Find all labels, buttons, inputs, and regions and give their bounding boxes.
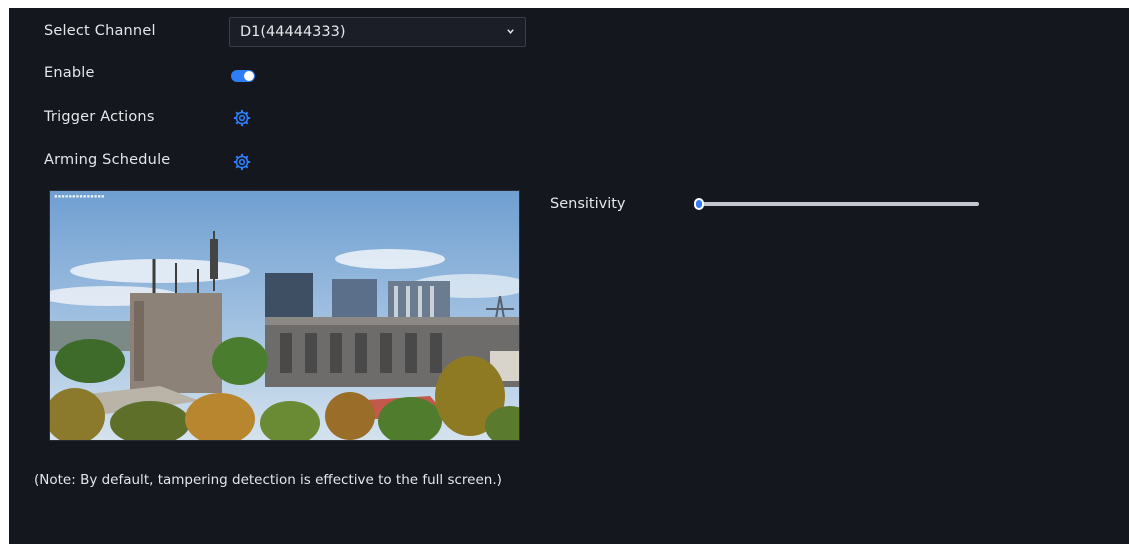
- chevron-down-icon: [507, 29, 514, 34]
- channel-select[interactable]: D1(44444333): [229, 17, 526, 47]
- osd-timestamp-overlay: ▪▪▪▪▪▪▪▪▪▪▪▪▪▪: [54, 193, 105, 200]
- slider-handle[interactable]: [694, 198, 704, 210]
- enable-label: Enable: [44, 65, 95, 81]
- select-channel-label: Select Channel: [44, 23, 156, 39]
- sensitivity-label: Sensitivity: [550, 196, 626, 212]
- gear-icon[interactable]: [233, 109, 251, 127]
- arming-schedule-label: Arming Schedule: [44, 152, 171, 168]
- toggle-knob: [244, 71, 254, 81]
- camera-preview: ▪▪▪▪▪▪▪▪▪▪▪▪▪▪: [49, 190, 520, 441]
- gear-icon[interactable]: [233, 153, 251, 171]
- sensitivity-slider[interactable]: [694, 198, 979, 210]
- enable-toggle[interactable]: [231, 70, 255, 82]
- channel-select-value: D1(44444333): [240, 24, 346, 40]
- camera-preview-image: [50, 191, 519, 440]
- trigger-actions-label: Trigger Actions: [44, 109, 155, 125]
- note-text: (Note: By default, tampering detection i…: [34, 472, 502, 488]
- tampering-settings-panel: Select Channel D1(44444333) Enable Trigg…: [9, 8, 1129, 544]
